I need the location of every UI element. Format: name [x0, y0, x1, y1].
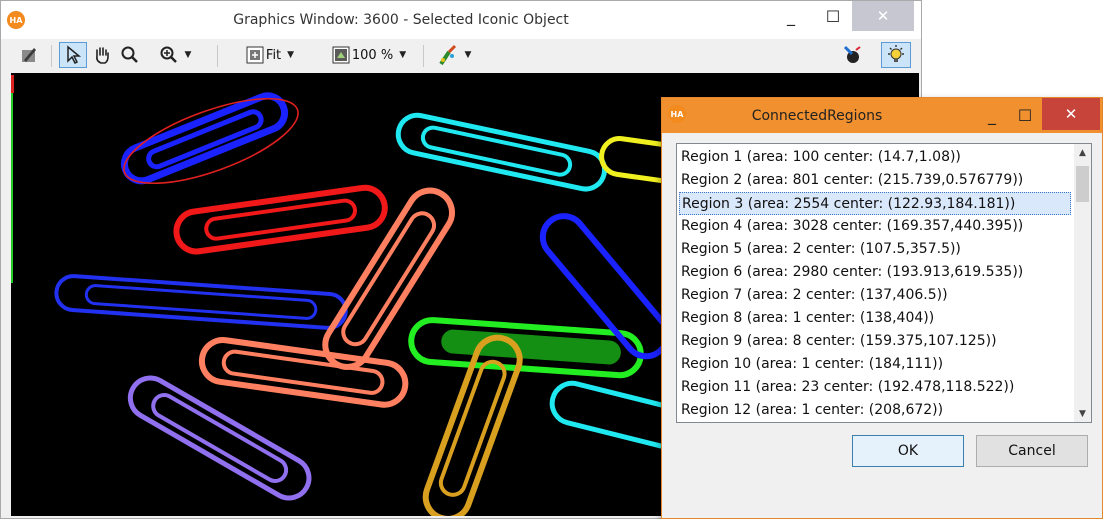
- maximize-button[interactable]: ☐: [1007, 100, 1043, 130]
- region-probe-icon[interactable]: [839, 42, 867, 68]
- zoom-percent-dropdown[interactable]: 100 % ▼: [315, 42, 423, 68]
- zoom-in-icon[interactable]: ▼: [145, 42, 205, 68]
- list-item[interactable]: Region 6 (area: 2980 center: (193.913,61…: [679, 261, 1071, 284]
- list-item[interactable]: Region 11 (area: 23 center: (192.478,118…: [679, 376, 1071, 399]
- zoom-100-icon: [332, 46, 350, 64]
- blue-paperclip: [120, 92, 289, 185]
- cyan-paperclip: [395, 112, 608, 192]
- zoom-fit-dropdown[interactable]: Fit ▼: [227, 42, 313, 68]
- close-button[interactable]: ✕: [852, 1, 914, 31]
- chevron-down-icon[interactable]: ▼: [185, 50, 192, 60]
- hand-pan-icon[interactable]: [89, 42, 115, 68]
- list-item[interactable]: Region 5 (area: 2 center: (107.5,357.5)): [679, 238, 1071, 261]
- list-item[interactable]: Region 13 (area: 2806 center: (270.671,2…: [679, 422, 1071, 423]
- gold-paperclip: [422, 334, 523, 516]
- graphics-window-titlebar[interactable]: HA Graphics Window: 3600 - Selected Icon…: [1, 1, 921, 39]
- light-bulb-icon[interactable]: [881, 42, 911, 68]
- ok-button[interactable]: OK: [852, 435, 964, 467]
- scroll-up-icon[interactable]: ▲: [1074, 144, 1091, 161]
- paint-brush-icon[interactable]: ▼: [429, 42, 479, 68]
- list-item[interactable]: Region 7 (area: 2 center: (137,406.5)): [679, 284, 1071, 307]
- cancel-button[interactable]: Cancel: [976, 435, 1088, 467]
- list-item[interactable]: Region 10 (area: 1 center: (184,111)): [679, 353, 1071, 376]
- chevron-down-icon[interactable]: ▼: [399, 50, 406, 60]
- blue-paperclip-left: [54, 274, 348, 330]
- zoom-fit-icon: [246, 46, 264, 64]
- list-item[interactable]: Region 8 (area: 1 center: (138,404)): [679, 307, 1071, 330]
- toolbar: ▼ Fit ▼ 100 % ▼ ▼: [1, 39, 921, 73]
- chevron-down-icon[interactable]: ▼: [465, 50, 472, 60]
- region-list-items: Region 1 (area: 100 center: (14.7,1.08))…: [679, 146, 1071, 423]
- salmon-paperclip: [198, 337, 409, 408]
- salmon-paperclip-diagonal: [322, 187, 455, 370]
- maximize-button[interactable]: ☐: [815, 1, 851, 31]
- list-item[interactable]: Region 4 (area: 3028 center: (169.357,44…: [679, 215, 1071, 238]
- dialog-titlebar[interactable]: HA ConnectedRegions _ ☐ ✕: [662, 98, 1102, 133]
- zoom-mode-label: Fit: [265, 47, 282, 63]
- window-title: Graphics Window: 3600 - Selected Iconic …: [233, 12, 569, 28]
- list-item[interactable]: Region 1 (area: 100 center: (14.7,1.08)): [679, 146, 1071, 169]
- magnifier-icon[interactable]: [117, 42, 143, 68]
- edit-icon[interactable]: [15, 42, 43, 68]
- halcon-icon: HA: [668, 105, 686, 123]
- list-item[interactable]: Region 3 (area: 2554 center: (122.93,184…: [679, 192, 1071, 215]
- dialog-title: ConnectedRegions: [751, 108, 883, 124]
- scroll-down-icon[interactable]: ▼: [1074, 405, 1091, 422]
- list-item[interactable]: Region 9 (area: 8 center: (159.375,107.1…: [679, 330, 1071, 353]
- region-list[interactable]: Region 1 (area: 100 center: (14.7,1.08))…: [676, 143, 1092, 423]
- scrollbar-thumb[interactable]: [1076, 166, 1089, 202]
- connected-regions-dialog: HA ConnectedRegions _ ☐ ✕ Region 1 (area…: [661, 97, 1103, 519]
- list-item[interactable]: Region 12 (area: 1 center: (208,672)): [679, 399, 1071, 422]
- green-paperclip: [408, 317, 644, 379]
- red-paperclip: [173, 184, 388, 255]
- chevron-down-icon[interactable]: ▼: [287, 50, 294, 60]
- vertical-scrollbar[interactable]: ▲ ▼: [1074, 144, 1091, 422]
- minimize-button[interactable]: _: [972, 100, 1012, 130]
- minimize-button[interactable]: _: [771, 1, 811, 31]
- region-1-mark: [11, 75, 14, 93]
- region-2-mark: [11, 93, 13, 283]
- list-item[interactable]: Region 2 (area: 801 center: (215.739,0.5…: [679, 169, 1071, 192]
- close-button[interactable]: ✕: [1042, 98, 1100, 130]
- zoom-percent-label: 100 %: [351, 47, 394, 63]
- pointer-icon[interactable]: [59, 42, 87, 68]
